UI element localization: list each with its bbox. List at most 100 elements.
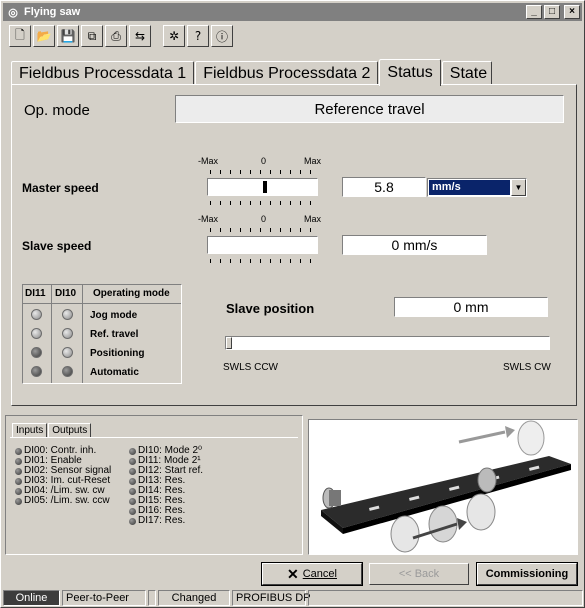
tab-fieldbus-processdata-2[interactable]: Fieldbus Processdata 2	[195, 61, 379, 85]
slave-speed-ticks-top	[210, 228, 320, 232]
list-item: DI17: Res.	[129, 516, 203, 526]
back-label: << Back	[398, 568, 440, 580]
mode-jog: Jog mode	[90, 310, 138, 321]
info-button[interactable]: ⓘ	[211, 25, 233, 47]
connection-mode: Peer-to-Peer	[62, 590, 146, 606]
operating-mode-header: Operating mode	[93, 288, 170, 299]
master-speed-scale: -Max 0 Max	[198, 156, 322, 168]
slave-speed-value: 0 mm/s	[342, 235, 487, 255]
bus-type: PROFIBUS DP	[232, 590, 311, 606]
copy-icon: ⧉	[87, 28, 97, 43]
open-button[interactable]: 📂	[33, 25, 55, 47]
status-dot-icon	[129, 467, 136, 475]
help-button[interactable]: ?	[187, 25, 209, 47]
tab-status[interactable]: Status	[379, 59, 441, 86]
master-speed-indicator	[263, 181, 267, 193]
master-speed-value: 5.8	[342, 177, 426, 197]
scale-max-label: Max	[304, 214, 322, 224]
inputs-list-2: DI10: Mode 2⁰ DI11: Mode 2¹ DI12: Start …	[129, 446, 203, 526]
tab-state[interactable]: State	[441, 61, 492, 85]
scale-zero-label: 0	[261, 214, 267, 224]
minimize-icon: _	[531, 6, 537, 17]
cancel-button[interactable]: ✕ Cancel	[261, 562, 363, 586]
close-icon: ×	[569, 6, 575, 17]
master-speed-ticks-top	[210, 170, 320, 174]
commissioning-button[interactable]: Commissioning	[476, 562, 578, 586]
main-tabs: Fieldbus Processdata 1 Fieldbus Processd…	[11, 59, 493, 86]
list-item: DI05: /Lim. sw. ccw	[15, 496, 111, 506]
app-icon: ◎	[8, 6, 18, 19]
inputs-list-1: DI00: Contr. inh. DI01: Enable DI02: Sen…	[15, 446, 111, 506]
swls-ccw-label: SWLS CCW	[223, 362, 278, 373]
status-dot-icon	[129, 507, 136, 515]
mode-positioning: Positioning	[90, 348, 145, 359]
io-tabs: Inputs Outputs	[12, 423, 92, 437]
status-dot-icon	[129, 497, 136, 505]
di11-led-jog	[31, 309, 42, 320]
status-dot-icon	[129, 517, 136, 525]
status-dot-icon	[129, 487, 136, 495]
tab-fieldbus-processdata-1[interactable]: Fieldbus Processdata 1	[11, 61, 195, 85]
window-title: Flying saw	[24, 6, 81, 18]
swls-cw-label: SWLS CW	[503, 362, 551, 373]
di11-led-positioning	[31, 347, 42, 358]
compare-icon: ⇆	[134, 29, 146, 43]
back-button[interactable]: << Back	[369, 563, 469, 585]
status-dot-icon	[15, 447, 22, 455]
tools-button[interactable]: ✲	[163, 25, 185, 47]
slave-position-slider	[225, 336, 550, 350]
scale-zero-label: 0	[261, 156, 267, 166]
master-speed-unit-select[interactable]: mm/s ▼	[427, 178, 527, 197]
status-dot-icon	[129, 447, 136, 455]
copy-button[interactable]: ⧉	[81, 25, 103, 47]
open-folder-icon: 📂	[36, 29, 52, 43]
save-button[interactable]: 💾	[57, 25, 79, 47]
maximize-icon: □	[548, 6, 556, 17]
io-tab-divider	[10, 437, 298, 438]
compare-button[interactable]: ⇆	[129, 25, 151, 47]
new-file-icon: 🗋	[15, 27, 25, 42]
input-label: DI17: Res.	[138, 515, 186, 526]
di11-led-ref	[31, 328, 42, 339]
di10-led-automatic	[62, 366, 73, 377]
master-speed-ticks-bottom	[210, 201, 320, 205]
slave-speed-label: Slave speed	[22, 239, 92, 253]
di11-led-automatic	[31, 366, 42, 377]
slave-speed-ticks-bottom	[210, 259, 320, 263]
unit-select-value: mm/s	[429, 180, 510, 195]
tab-outputs[interactable]: Outputs	[48, 423, 92, 437]
di10-header: DI10	[55, 288, 77, 299]
changed-status: Changed	[158, 590, 230, 606]
mode-ref-travel: Ref. travel	[90, 329, 139, 340]
slave-speed-bar	[207, 236, 318, 254]
status-panel: Op. mode Reference travel -Max 0 Max Mas…	[11, 84, 577, 406]
status-dot-icon	[15, 457, 22, 465]
status-bar: Online Peer-to-Peer Changed PROFIBUS DP	[3, 590, 583, 606]
maximize-button[interactable]: □	[544, 5, 560, 19]
new-button[interactable]: 🗋	[9, 25, 31, 47]
master-speed-label: Master speed	[22, 181, 99, 195]
commissioning-label: Commissioning	[485, 568, 569, 580]
status-dot-icon	[15, 487, 22, 495]
print-button[interactable]: ⎙	[105, 25, 127, 47]
status-spacer	[148, 590, 156, 606]
status-dot-icon	[15, 477, 22, 485]
cancel-label: Cancel	[302, 568, 337, 580]
status-dot-icon	[129, 457, 136, 465]
tools-icon: ✲	[168, 29, 180, 43]
scale-max-label: Max	[304, 156, 322, 166]
slave-position-value: 0 mm	[394, 297, 548, 317]
tab-inputs[interactable]: Inputs	[12, 423, 48, 437]
minimize-button[interactable]: _	[526, 5, 542, 19]
flying-saw-diagram-icon	[321, 420, 571, 553]
di11-header: DI11	[25, 288, 46, 299]
operating-mode-table: DI11 DI10 Operating mode Jog mode Ref. t…	[22, 284, 182, 384]
save-icon: 💾	[60, 29, 76, 43]
chevron-down-icon[interactable]: ▼	[511, 179, 526, 196]
table-header-divider	[23, 303, 181, 304]
info-icon: ⓘ	[215, 29, 228, 44]
flying-saw-illustration	[308, 419, 578, 555]
slave-position-label: Slave position	[226, 301, 315, 316]
di10-led-positioning	[62, 347, 73, 358]
close-button[interactable]: ×	[564, 5, 580, 19]
